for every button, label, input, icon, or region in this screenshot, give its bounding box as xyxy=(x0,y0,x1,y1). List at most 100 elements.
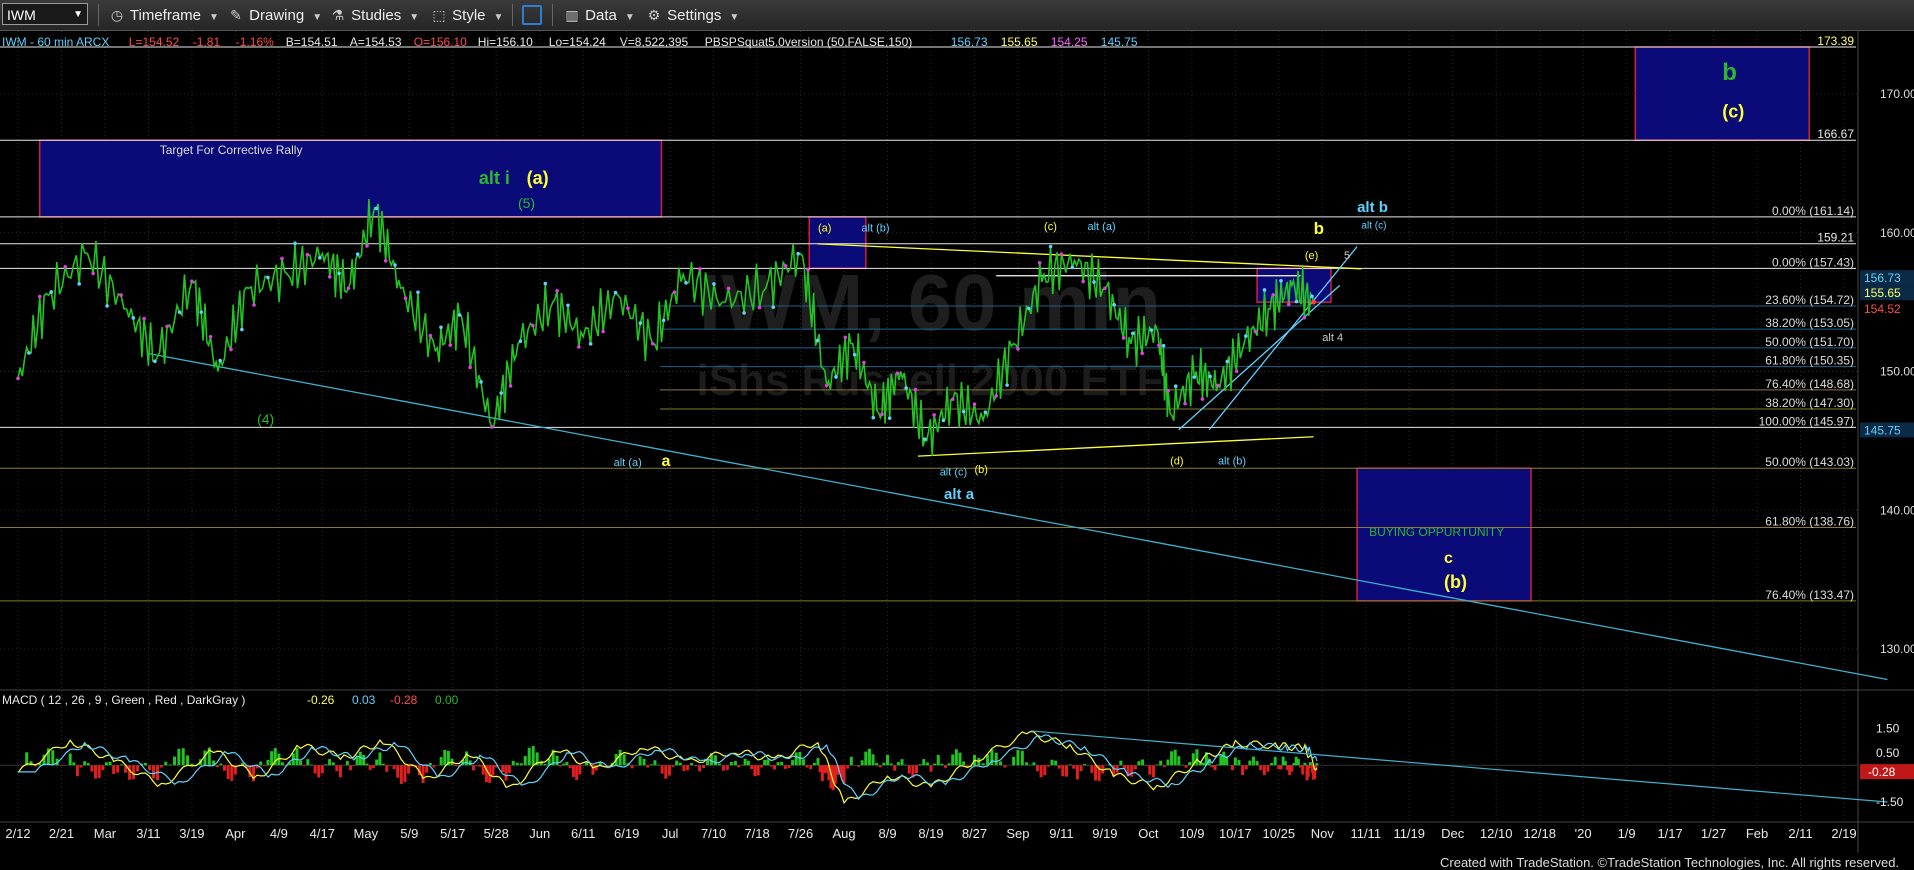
time-axis-label: 5/9 xyxy=(400,826,418,841)
pivot-marker xyxy=(365,244,369,248)
pivot-marker xyxy=(1070,265,1075,270)
drawing-menu[interactable]: ✎ Drawing ▼ xyxy=(227,3,322,27)
pivot-marker xyxy=(698,267,702,271)
macd-histogram-bar xyxy=(1233,757,1237,766)
price-tag-label: 154.52 xyxy=(1864,302,1901,316)
pivot-marker xyxy=(1037,261,1042,265)
macd-histogram-bar xyxy=(783,765,787,769)
pivot-marker xyxy=(490,425,494,429)
macd-histogram-bar xyxy=(794,752,798,766)
timeframe-menu[interactable]: ◷ Timeframe ▼ xyxy=(108,3,219,27)
macd-histogram-bar xyxy=(1046,765,1050,767)
time-axis-label: Nov xyxy=(1311,826,1335,841)
macd-histogram-bar xyxy=(578,765,582,775)
macd-histogram-bar xyxy=(1151,765,1155,778)
macd-tick-label: -1.50 xyxy=(1876,795,1904,809)
macd-histogram-bar xyxy=(368,765,372,770)
pivot-marker xyxy=(852,352,857,357)
pivot-marker xyxy=(1016,347,1020,351)
macd-histogram-bar xyxy=(871,754,875,766)
wave-label: alt i xyxy=(479,168,510,188)
macd-histogram-bar xyxy=(686,765,690,771)
data-menu[interactable]: ▥ Data ▼ xyxy=(563,3,634,27)
pivot-marker xyxy=(726,286,731,291)
wave-label: (b) xyxy=(1444,572,1467,592)
macd-histogram-bar xyxy=(219,763,223,766)
pivot-marker xyxy=(37,294,42,299)
macd-histogram-bar xyxy=(1068,764,1072,766)
macd-histogram-bar xyxy=(1248,760,1252,766)
macd-histogram-bar xyxy=(729,761,733,766)
macd-histogram-bar xyxy=(1075,765,1079,780)
macd-trendline xyxy=(1030,730,1888,803)
layout-icon[interactable] xyxy=(522,5,542,25)
pivot-marker xyxy=(1279,279,1283,283)
settings-menu[interactable]: ⚙ Settings ▼ xyxy=(645,3,740,27)
chevron-down-icon: ▼ xyxy=(409,12,420,23)
macd-histogram-bar xyxy=(1043,765,1047,776)
pivot-marker xyxy=(650,341,655,346)
macd-histogram-bar xyxy=(68,753,72,766)
toolbar-divider xyxy=(552,4,553,26)
pivot-marker xyxy=(1092,280,1096,284)
macd-histogram-bar xyxy=(302,765,306,767)
macd-histogram-bar xyxy=(1213,765,1217,771)
chevron-down-icon[interactable]: ▼ xyxy=(73,4,83,26)
symbol-input[interactable]: IWM ▼ xyxy=(2,3,88,25)
macd-histogram-bar xyxy=(694,765,698,767)
pivot-marker xyxy=(638,321,643,325)
macd-histogram-bar xyxy=(1259,765,1263,771)
price-chart[interactable]: IWM - 60 min ARCX L=154.52 -1.81 -1.16% B=15… xyxy=(0,31,1914,853)
macd-histogram-bar xyxy=(132,765,136,780)
macd-histogram-bar xyxy=(571,765,575,777)
macd-histogram-bar xyxy=(371,765,375,768)
price-tick-label: 140.00 xyxy=(1880,503,1914,517)
pivot-marker xyxy=(1005,383,1009,387)
macd-histogram-bar xyxy=(381,763,385,766)
pivot-marker xyxy=(142,316,146,321)
pivot-marker xyxy=(613,290,618,295)
macd-histogram-bar xyxy=(306,759,310,766)
studies-menu[interactable]: ⚗ Studies ▼ xyxy=(329,3,419,27)
pivot-marker xyxy=(318,256,322,260)
macd-histogram-bar xyxy=(385,765,389,772)
macd-histogram-bar xyxy=(886,754,890,766)
time-axis-label: 2/12 xyxy=(5,826,30,841)
macd-histogram-bar xyxy=(362,754,366,766)
macd-histogram-bar xyxy=(1054,760,1058,766)
macd-histogram-bar xyxy=(226,765,230,780)
macd-histogram-bar xyxy=(1148,765,1152,775)
flask-icon: ⚗ xyxy=(331,7,345,23)
macd-histogram-bar xyxy=(335,765,339,772)
time-axis-label: 8/27 xyxy=(962,826,987,841)
wave-label: alt (a) xyxy=(614,457,642,469)
pivot-marker xyxy=(327,275,332,279)
style-menu[interactable]: ⬚ Style ▼ xyxy=(430,3,503,27)
pivot-marker xyxy=(266,275,270,280)
wave-label: a xyxy=(661,453,670,470)
macd-histogram-bar xyxy=(79,765,83,768)
macd-histogram-bar xyxy=(328,759,332,766)
wave-label: alt (a) xyxy=(1088,221,1116,233)
macd-histogram-bar xyxy=(900,759,904,766)
pivot-marker xyxy=(468,365,472,370)
wave-label: (a) xyxy=(527,168,549,188)
fib-level-label: 76.40% (148.68) xyxy=(1765,377,1854,391)
macd-histogram-bar xyxy=(918,764,922,766)
time-axis-label: 7/26 xyxy=(788,826,813,841)
macd-histogram-bar xyxy=(772,765,776,770)
macd-histogram-bar xyxy=(940,763,944,766)
pivot-marker xyxy=(218,358,222,363)
pivot-marker xyxy=(1131,331,1135,336)
macd-histogram-bar xyxy=(475,765,479,766)
macd-histogram-bar xyxy=(769,765,773,767)
pivot-marker xyxy=(566,303,570,308)
wave-label: b xyxy=(1314,219,1324,238)
macd-histogram-bar xyxy=(690,763,694,766)
macd-histogram-bar xyxy=(378,752,382,766)
macd-tick-label: 0.50 xyxy=(1876,746,1900,760)
pivot-marker xyxy=(983,410,988,414)
macd-label: MACD ( 12 , 26 , 9 , Green , Red , DarkG… xyxy=(2,693,245,707)
time-axis-label: 5/17 xyxy=(440,826,465,841)
toolbar-divider xyxy=(512,4,513,26)
